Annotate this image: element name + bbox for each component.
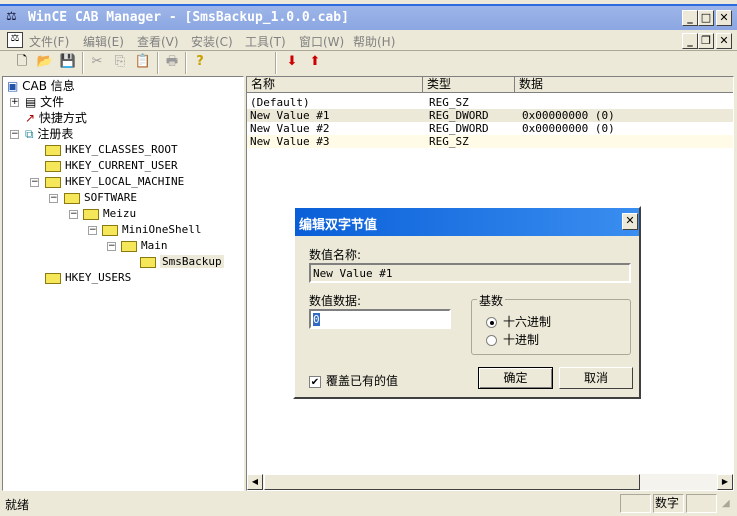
cancel-button[interactable]: 取消 — [559, 367, 633, 389]
edit-dword-dialog: 编辑双字节值 ✕ 数值名称: New Value #1 数值数据: 0 基数 十… — [293, 206, 641, 399]
scroll-thumb[interactable] — [264, 474, 640, 490]
doc-minimize-button[interactable]: _ — [682, 33, 698, 49]
doc-restore-button[interactable]: ❐ — [698, 33, 714, 49]
column-header-type[interactable]: 类型 — [423, 77, 515, 93]
list-row[interactable]: New Value #1 REG_DWORD 0x00000000 (0) — [247, 109, 733, 122]
open-icon[interactable]: 📂 — [35, 53, 55, 71]
app-icon: ⚖ — [6, 9, 17, 23]
tree-item-main[interactable]: Main — [121, 238, 168, 254]
tree-item-hku[interactable]: HKEY_USERS — [45, 270, 131, 286]
menu-view[interactable]: 查看(V) — [137, 33, 179, 50]
tree-item-hklm[interactable]: HKEY_LOCAL_MACHINE — [45, 174, 184, 190]
copy-icon[interactable]: ⎘ — [110, 53, 130, 71]
num-lock-indicator: 数字 — [653, 494, 684, 513]
cut-icon[interactable]: ✂ — [87, 53, 107, 71]
collapse-icon[interactable]: − — [88, 226, 97, 235]
tree-item-minioneshell[interactable]: MiniOneShell — [102, 222, 201, 238]
status-text: 就绪 — [5, 498, 30, 512]
save-icon[interactable]: 💾 — [58, 53, 78, 71]
import-icon[interactable]: ⬆ — [305, 53, 325, 71]
resize-grip-icon[interactable]: ◢ — [722, 498, 730, 509]
collapse-icon[interactable]: − — [10, 130, 19, 139]
tree-item-cab-info[interactable]: ▣ CAB 信息 — [7, 78, 75, 94]
dialog-close-button[interactable]: ✕ — [622, 213, 638, 230]
tree-item-smsbackup[interactable]: SmsBackup — [140, 254, 224, 270]
overwrite-checkbox[interactable]: ✔ 覆盖已有的值 — [309, 372, 398, 389]
close-button[interactable]: ✕ — [716, 10, 732, 26]
tree-item-hkcr[interactable]: HKEY_CLASSES_ROOT — [45, 142, 178, 158]
export-icon[interactable]: ⬇ — [282, 53, 302, 71]
collapse-icon[interactable]: − — [30, 178, 39, 187]
tree-item-shortcuts[interactable]: ↗ 快捷方式 — [25, 110, 87, 126]
doc-close-button[interactable]: ✕ — [716, 33, 732, 49]
value-name-field: New Value #1 — [309, 263, 631, 283]
tree-item-hkcu[interactable]: HKEY_CURRENT_USER — [45, 158, 178, 174]
menu-install[interactable]: 安装(C) — [191, 33, 233, 50]
print-icon[interactable]: 🖶 — [162, 53, 182, 71]
new-icon[interactable]: 🗋 — [12, 53, 32, 71]
collapse-icon[interactable]: − — [69, 210, 78, 219]
list-row[interactable]: New Value #3 REG_SZ — [247, 135, 733, 148]
tree-item-registry[interactable]: ⧉ 注册表 — [25, 126, 73, 142]
doc-icon[interactable]: ⚖ — [7, 32, 23, 48]
dialog-title: 编辑双字节值 — [295, 208, 639, 236]
collapse-icon[interactable]: − — [107, 242, 116, 251]
tree-item-files[interactable]: ▤ 文件 — [25, 94, 64, 110]
scroll-right-icon[interactable]: ▶ — [717, 474, 733, 490]
tree-item-meizu[interactable]: Meizu — [83, 206, 136, 222]
menu-tools[interactable]: 工具(T) — [245, 33, 286, 50]
window-title: WinCE CAB Manager - [SmsBackup_1.0.0.cab… — [28, 10, 349, 25]
tree-item-software[interactable]: SOFTWARE — [64, 190, 137, 206]
menu-file[interactable]: 文件(F) — [29, 33, 69, 50]
value-data-input[interactable]: 0 — [309, 309, 451, 329]
radio-hex[interactable]: 十六进制 — [486, 313, 551, 330]
base-label: 基数 — [477, 292, 506, 309]
tree-view[interactable]: ▣ CAB 信息 + ▤ 文件 ↗ 快捷方式 − ⧉ 注册表 HKEY_CLAS… — [2, 76, 244, 491]
column-header-name[interactable]: 名称 — [247, 77, 423, 93]
value-name-label: 数值名称: — [309, 248, 362, 262]
menu-edit[interactable]: 编辑(E) — [83, 33, 124, 50]
menu-window[interactable]: 窗口(W) — [299, 33, 344, 50]
menu-help[interactable]: 帮助(H) — [353, 33, 395, 50]
title-bar: ⚖ WinCE CAB Manager - [SmsBackup_1.0.0.c… — [0, 4, 737, 30]
radio-decimal[interactable]: 十进制 — [486, 331, 539, 348]
value-data-label: 数值数据: — [309, 294, 362, 308]
list-row[interactable]: (Default) REG_SZ — [247, 96, 733, 109]
collapse-icon[interactable]: − — [49, 194, 58, 203]
status-bar: 就绪 数字 ◢ — [0, 492, 737, 516]
scroll-left-icon[interactable]: ◀ — [247, 474, 263, 490]
column-header-data[interactable]: 数据 — [515, 77, 733, 93]
maximize-button[interactable]: □ — [698, 10, 714, 26]
list-row[interactable]: New Value #2 REG_DWORD 0x00000000 (0) — [247, 122, 733, 135]
help-icon[interactable]: ? — [190, 53, 210, 71]
horizontal-scrollbar[interactable]: ◀ ▶ — [247, 474, 733, 490]
minimize-button[interactable]: _ — [682, 10, 698, 26]
paste-icon[interactable]: 📋 — [133, 53, 153, 71]
expand-icon[interactable]: + — [10, 98, 19, 107]
ok-button[interactable]: 确定 — [478, 367, 553, 389]
